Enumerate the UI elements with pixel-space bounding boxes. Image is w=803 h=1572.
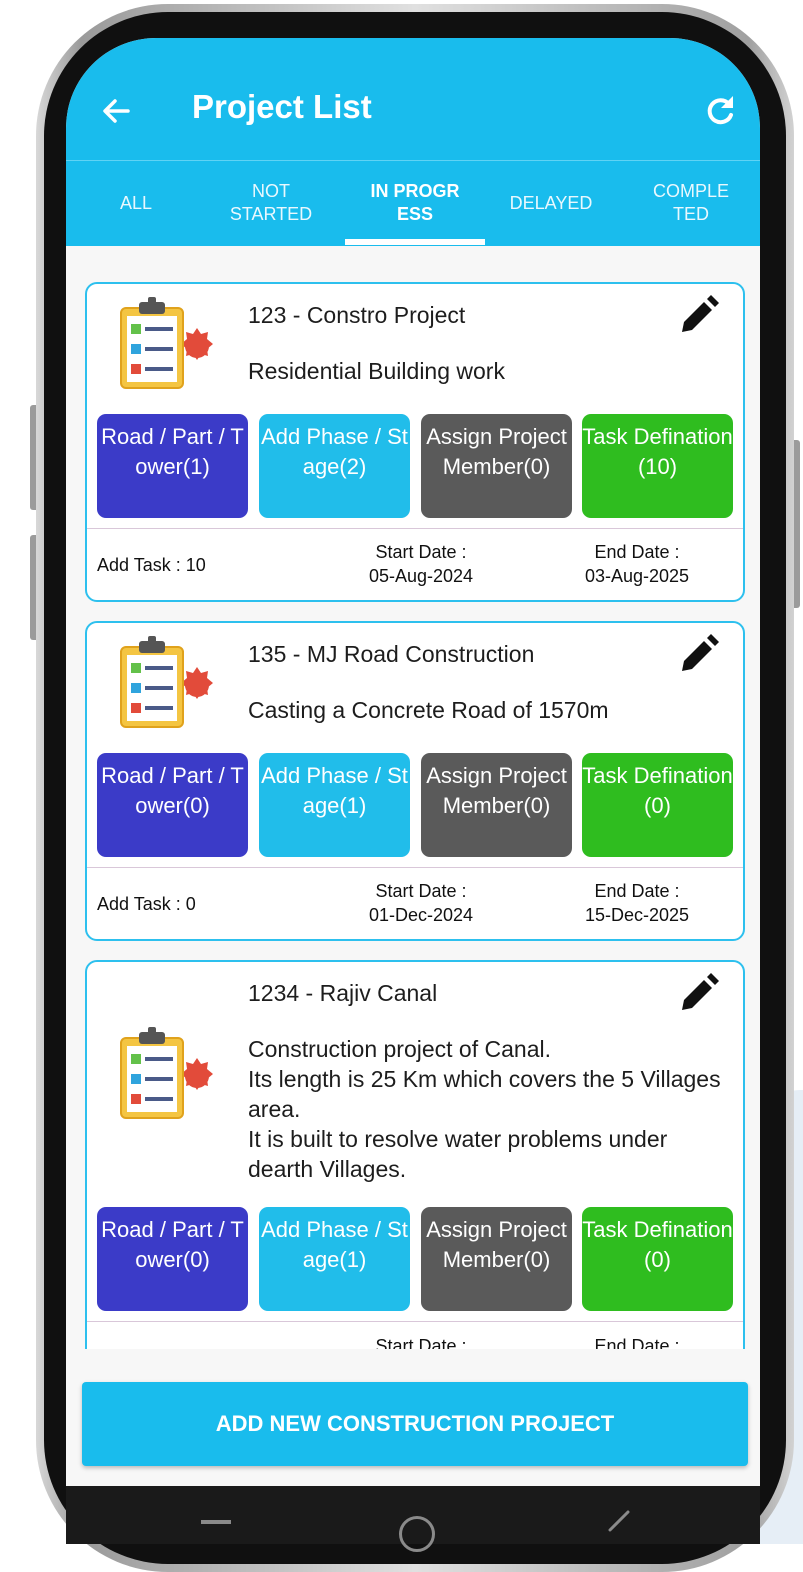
edit-pencil-icon[interactable] <box>676 633 720 677</box>
tab-all[interactable]: ALL <box>76 161 196 245</box>
task-defination-button[interactable]: Task Defination(10) <box>582 414 733 518</box>
end-date: End Date : <box>557 1334 717 1349</box>
add-phase-stage-button[interactable]: Add Phase / Stage(2) <box>259 414 410 518</box>
end-date: End Date : 15-Dec-2025 <box>557 879 717 927</box>
start-date-value: 05-Aug-2024 <box>368 566 474 586</box>
back-arrow-icon[interactable] <box>98 93 134 129</box>
action-button-row: Road / Part / Tower(1) Add Phase / Stage… <box>97 414 733 518</box>
road-part-tower-button[interactable]: Road / Part / Tower(0) <box>97 753 248 857</box>
recent-apps-icon[interactable] <box>201 1520 231 1524</box>
project-card: 135 - MJ Road Construction Casting a Con… <box>85 621 745 941</box>
project-checklist-icon <box>120 636 213 728</box>
end-date-value: 03-Aug-2025 <box>584 566 690 586</box>
add-task-count[interactable]: Add Task : 0 <box>97 894 196 915</box>
card-divider <box>87 867 743 868</box>
tab-not-started[interactable]: NOT STARTED <box>206 161 336 245</box>
project-description: Construction project of Canal. Its lengt… <box>248 1036 721 1182</box>
edit-pencil-icon[interactable] <box>676 972 720 1016</box>
assign-project-member-button[interactable]: Assign Project Member(0) <box>421 1207 572 1311</box>
status-tab-bar: ALL NOT STARTED IN PROGR ESS DELAYED COM… <box>66 160 760 247</box>
project-checklist-icon <box>120 297 213 389</box>
add-phase-stage-button[interactable]: Add Phase / Stage(1) <box>259 753 410 857</box>
end-date: End Date : 03-Aug-2025 <box>557 540 717 588</box>
project-card: 1234 - Rajiv Canal Construction project … <box>85 960 745 1349</box>
start-date: Start Date : 01-Dec-2024 <box>341 879 501 927</box>
assign-project-member-button[interactable]: Assign Project Member(0) <box>421 414 572 518</box>
tab-in-progress[interactable]: IN PROGR ESS <box>345 161 485 245</box>
phone-screen: Project List ALL NOT STARTED IN PROGR ES… <box>66 38 760 1538</box>
app-bar: Project List <box>66 38 760 160</box>
system-back-icon[interactable] <box>606 1508 632 1534</box>
add-phase-stage-button[interactable]: Add Phase / Stage(1) <box>259 1207 410 1311</box>
end-date-value: 15-Dec-2025 <box>584 905 690 925</box>
page-title: Project List <box>192 88 372 125</box>
end-date-label: End Date : <box>594 1336 680 1349</box>
add-task-count[interactable]: Add Task : 10 <box>97 555 206 576</box>
home-icon[interactable] <box>399 1516 435 1552</box>
system-navigation-bar <box>66 1486 760 1552</box>
action-button-row: Road / Part / Tower(0) Add Phase / Stage… <box>97 753 733 857</box>
card-divider <box>87 1321 743 1322</box>
assign-project-member-button[interactable]: Assign Project Member(0) <box>421 753 572 857</box>
edit-pencil-icon[interactable] <box>676 294 720 338</box>
project-title: 1234 - Rajiv Canal <box>248 980 438 1006</box>
refresh-icon[interactable] <box>702 93 738 129</box>
start-date: Start Date : <box>341 1334 501 1349</box>
project-checklist-icon <box>120 1027 213 1119</box>
project-description: Residential Building work <box>248 358 505 384</box>
task-defination-button[interactable]: Task Defination(0) <box>582 753 733 857</box>
start-date-label: Start Date : <box>375 881 467 901</box>
start-date: Start Date : 05-Aug-2024 <box>341 540 501 588</box>
start-date-label: Start Date : <box>375 542 467 562</box>
end-date-label: End Date : <box>594 881 680 901</box>
project-card: 123 - Constro Project Residential Buildi… <box>85 282 745 602</box>
road-part-tower-button[interactable]: Road / Part / Tower(0) <box>97 1207 248 1311</box>
tab-delayed[interactable]: DELAYED <box>486 161 616 245</box>
start-date-value: 01-Dec-2024 <box>368 905 474 925</box>
project-list[interactable]: 123 - Constro Project Residential Buildi… <box>66 246 760 1349</box>
project-description: Casting a Concrete Road of 1570m <box>248 697 609 723</box>
tab-completed[interactable]: COMPLE TED <box>626 161 756 245</box>
road-part-tower-button[interactable]: Road / Part / Tower(1) <box>97 414 248 518</box>
project-title: 123 - Constro Project <box>248 302 466 328</box>
action-button-row: Road / Part / Tower(0) Add Phase / Stage… <box>97 1207 733 1311</box>
start-date-label: Start Date : <box>375 1336 467 1349</box>
card-divider <box>87 528 743 529</box>
add-new-construction-project-button[interactable]: ADD NEW CONSTRUCTION PROJECT <box>82 1382 748 1466</box>
project-title: 135 - MJ Road Construction <box>248 641 535 667</box>
task-defination-button[interactable]: Task Defination(0) <box>582 1207 733 1311</box>
end-date-label: End Date : <box>594 542 680 562</box>
active-tab-indicator <box>345 239 485 245</box>
